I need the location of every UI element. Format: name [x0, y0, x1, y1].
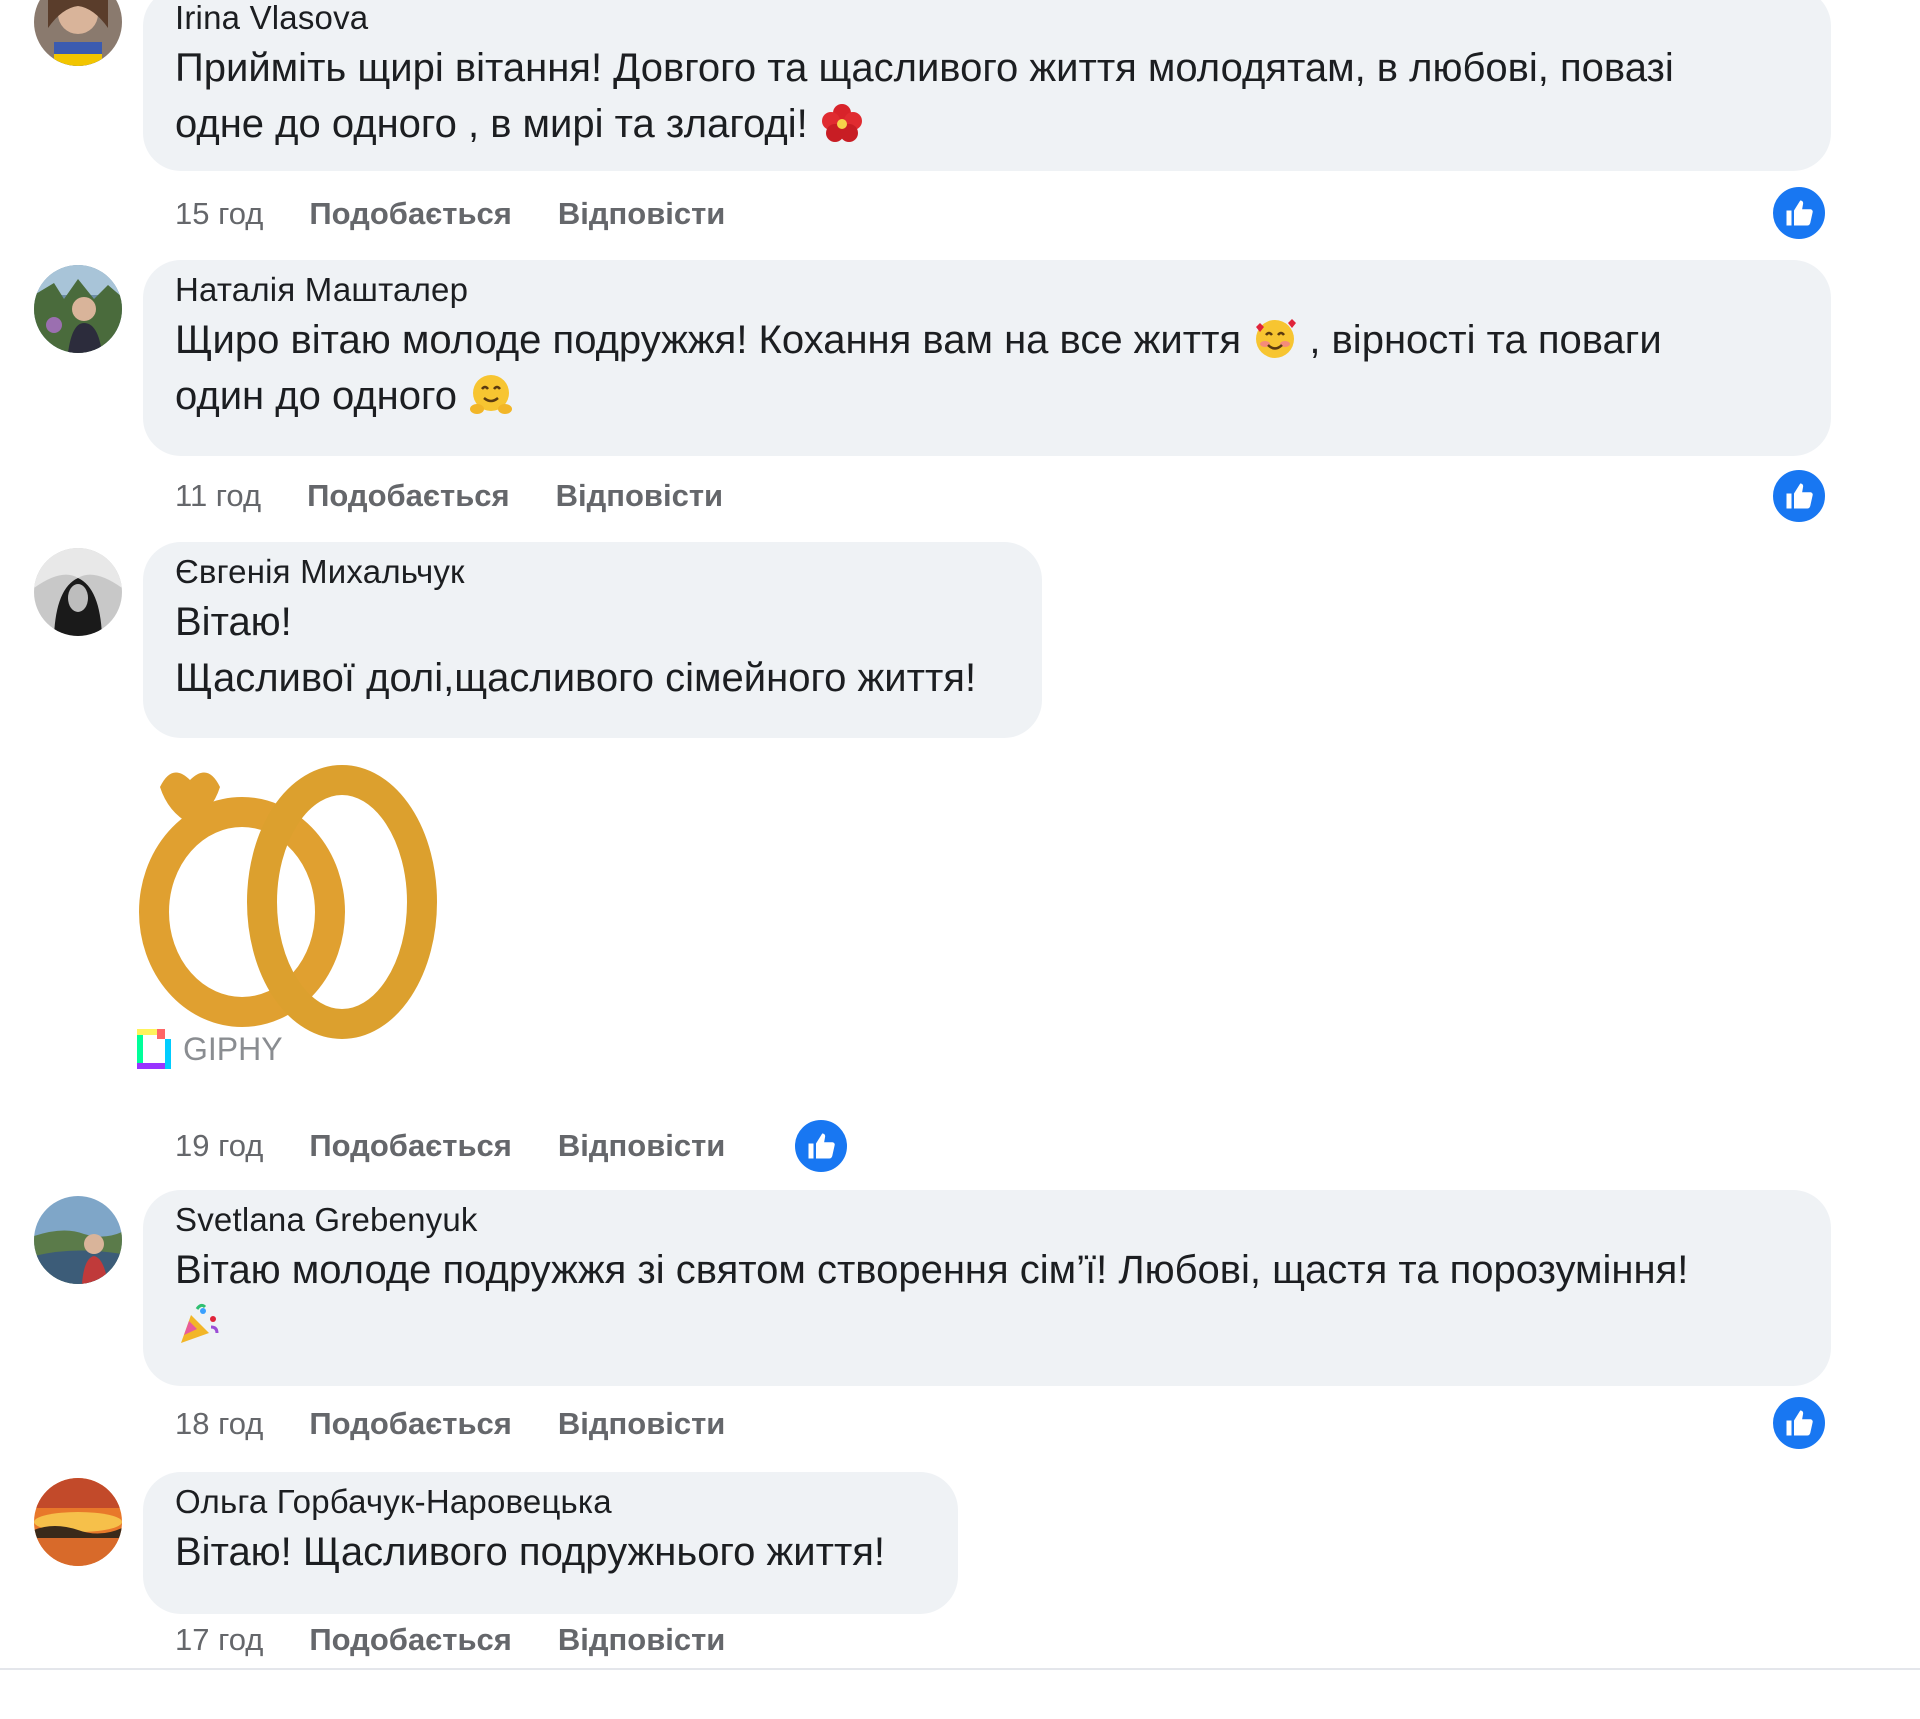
comment-line: одне до одного , в мирі та злагоді!	[175, 102, 808, 146]
comment-timestamp[interactable]: 17 год	[175, 1622, 263, 1658]
comment-actions: 18 год Подобається Відповісти	[175, 1404, 725, 1444]
comment-line: , вірності та поваги	[1309, 318, 1662, 362]
thumbs-up-icon	[1786, 1410, 1813, 1436]
comment-line: Вітаю!	[175, 600, 292, 644]
comment-text: Вітаю молоде подружжя зі святом створенн…	[175, 1242, 1799, 1354]
comment-actions: 11 год Подобається Відповісти	[175, 476, 723, 516]
reply-button[interactable]: Відповісти	[558, 1128, 726, 1164]
comment-line: Вітаю молоде подружжя зі святом створенн…	[175, 1248, 1689, 1292]
like-button[interactable]: Подобається	[309, 1128, 512, 1164]
comment-bubble: Євгенія Михальчук Вітаю! Щасливої долі,щ…	[143, 542, 1042, 738]
reply-button[interactable]: Відповісти	[556, 478, 724, 514]
party-popper-emoji	[181, 1303, 219, 1343]
like-reaction-badge[interactable]	[792, 1117, 850, 1175]
comment-line: Вітаю! Щасливого подружнього життя!	[175, 1530, 886, 1574]
comment-line: Прийміть щирі вітання! Довгого та щаслив…	[175, 46, 1674, 90]
author-name[interactable]: Irina Vlasova	[175, 0, 1799, 38]
avatar[interactable]	[34, 1196, 122, 1284]
author-name[interactable]: Наталія Машталер	[175, 270, 1799, 310]
author-name[interactable]: Svetlana Grebenyuk	[175, 1200, 1799, 1240]
comment-timestamp[interactable]: 18 год	[175, 1406, 263, 1442]
like-button[interactable]: Подобається	[309, 1406, 512, 1442]
giphy-attribution[interactable]: GIPHY	[133, 1025, 283, 1073]
comment-timestamp[interactable]: 19 год	[175, 1128, 263, 1164]
comment-line: Щасливої долі,щасливого сімейного життя!	[175, 656, 977, 700]
section-divider	[0, 1668, 1920, 1670]
comment-line: Щиро вітаю молоде подружжя! Кохання вам …	[175, 318, 1242, 362]
thumbs-up-icon	[1786, 200, 1813, 226]
comment-bubble: Наталія Машталер Щиро вітаю молоде подру…	[143, 260, 1831, 456]
like-button[interactable]: Подобається	[309, 1622, 512, 1658]
avatar[interactable]	[34, 1478, 122, 1566]
like-button[interactable]: Подобається	[309, 196, 512, 232]
like-button[interactable]: Подобається	[307, 478, 510, 514]
giphy-logo-icon	[137, 1029, 171, 1069]
comment-text: Вітаю! Щасливого подружнього життя!	[175, 1524, 926, 1580]
reply-button[interactable]: Відповісти	[558, 196, 726, 232]
comment-text: Щиро вітаю молоде подружжя! Кохання вам …	[175, 312, 1799, 424]
giphy-label: GIPHY	[183, 1030, 283, 1067]
comment-actions: 15 год Подобається Відповісти	[175, 194, 725, 234]
comment-timestamp[interactable]: 11 год	[175, 478, 261, 514]
hibiscus-emoji	[821, 104, 862, 142]
comment-text: Вітаю! Щасливої долі,щасливого сімейного…	[175, 594, 1010, 706]
comment-bubble: Ольга Горбачук-Наровецька Вітаю! Щасливо…	[143, 1472, 958, 1614]
comment-timestamp[interactable]: 15 год	[175, 196, 263, 232]
reply-button[interactable]: Відповісти	[558, 1622, 726, 1658]
avatar[interactable]	[34, 0, 122, 66]
thumbs-up-icon	[808, 1133, 835, 1159]
author-name[interactable]: Ольга Горбачук-Наровецька	[175, 1482, 926, 1522]
hugging-face-emoji	[470, 375, 513, 414]
comment-text: Прийміть щирі вітання! Довгого та щаслив…	[175, 40, 1799, 152]
comment-bubble: Irina Vlasova Прийміть щирі вітання! Дов…	[143, 0, 1831, 171]
comment-actions: 17 год Подобається Відповісти	[175, 1620, 725, 1660]
avatar[interactable]	[34, 265, 122, 353]
comment-line: один до одного	[175, 374, 457, 418]
like-reaction-badge[interactable]	[1770, 467, 1828, 525]
comment-actions: 19 год Подобається Відповісти	[175, 1126, 725, 1166]
author-name[interactable]: Євгенія Михальчук	[175, 552, 1010, 592]
comment-bubble: Svetlana Grebenyuk Вітаю молоде подружжя…	[143, 1190, 1831, 1386]
smiling-face-with-hearts-emoji	[1256, 319, 1297, 358]
like-reaction-badge[interactable]	[1770, 1394, 1828, 1452]
avatar[interactable]	[34, 548, 122, 636]
thumbs-up-icon	[1786, 483, 1813, 509]
like-reaction-badge[interactable]	[1770, 184, 1828, 242]
reply-button[interactable]: Відповісти	[558, 1406, 726, 1442]
